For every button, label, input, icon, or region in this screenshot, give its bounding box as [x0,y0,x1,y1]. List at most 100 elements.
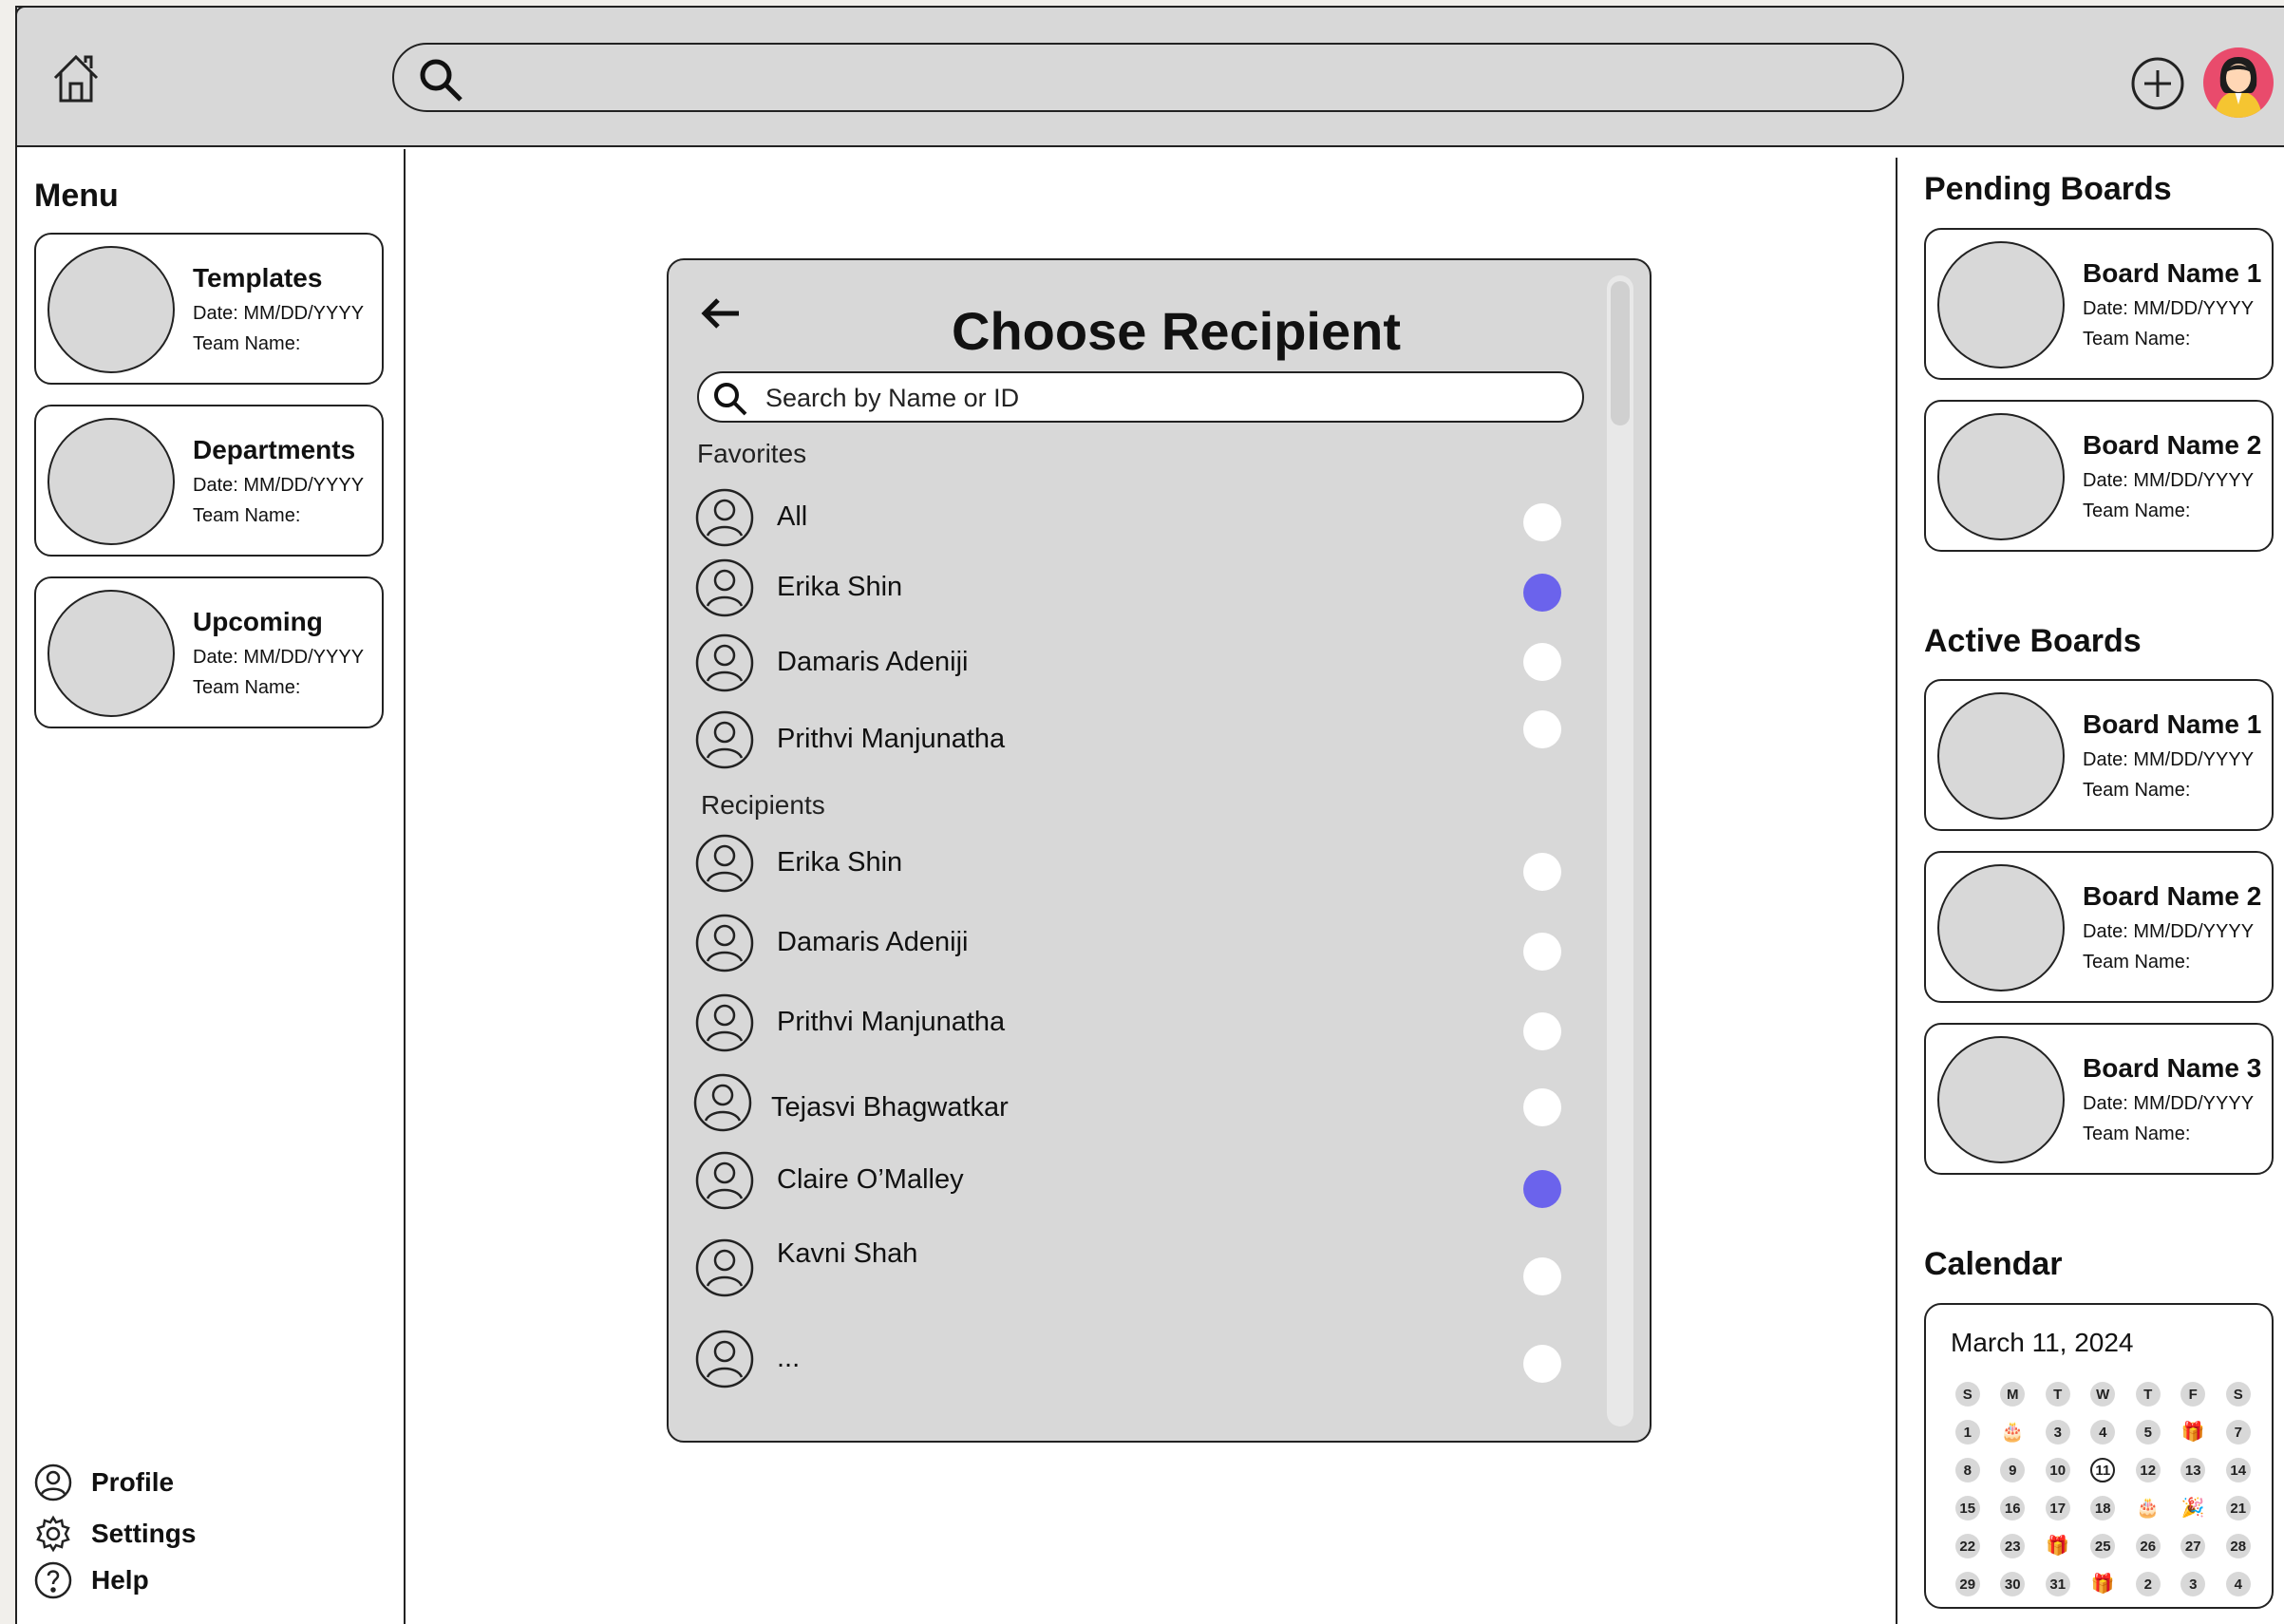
profile-link[interactable]: Profile [34,1463,174,1501]
favorite-row-prithvi-manjunatha[interactable]: Prithvi Manjunatha [695,710,1561,771]
calendar-day[interactable]: 25 [2081,1527,2126,1565]
dialog-scrollbar[interactable] [1607,275,1633,1426]
card-date: Date: MM/DD/YYYY [193,475,365,496]
calendar-day[interactable]: 23 [1991,1527,2036,1565]
recipient-row-more[interactable]: ... [695,1330,1561,1390]
search-icon [415,54,468,107]
select-radio[interactable] [1523,1170,1561,1208]
gift-event-icon[interactable]: 🎁 [2171,1413,2217,1451]
favorite-row-damaris-adeniji[interactable]: Damaris Adeniji [695,633,1561,694]
day-number: 15 [1954,1496,1980,1520]
favorite-row-all[interactable]: All [695,488,1561,549]
calendar-day[interactable]: 27 [2171,1527,2217,1565]
calendar-day[interactable]: 15 [1945,1489,1991,1527]
day-number: 23 [2000,1534,2026,1558]
calendar-day[interactable]: 3 [2171,1565,2217,1603]
weekday-label: W [2090,1382,2116,1407]
help-link[interactable]: Help [34,1561,149,1599]
select-radio[interactable] [1523,643,1561,681]
select-radio[interactable] [1523,1012,1561,1050]
dialog-scroll-thumb[interactable] [1611,281,1630,425]
select-radio[interactable] [1523,503,1561,541]
recipient-row-prithvi-manjunatha[interactable]: Prithvi Manjunatha [695,993,1561,1054]
user-avatar[interactable] [2203,47,2274,118]
person-name: Prithvi Manjunatha [777,1007,1006,1037]
calendar-day[interactable]: 4 [2081,1413,2126,1451]
global-search-bar[interactable] [392,43,1904,112]
cake-event-icon[interactable]: 🎂 [1991,1413,2036,1451]
calendar-day[interactable]: 14 [2216,1451,2261,1489]
cake-event-icon[interactable]: 🎂 [2125,1489,2171,1527]
active-board-card-3[interactable]: Board Name 3 Date: MM/DD/YYYY Team Name: [1924,1023,2274,1175]
calendar-day[interactable]: 16 [1991,1489,2036,1527]
pending-board-card-2[interactable]: Board Name 2 Date: MM/DD/YYYY Team Name: [1924,400,2274,552]
calendar-day[interactable]: 3 [2035,1413,2081,1451]
recipient-row-damaris-adeniji[interactable]: Damaris Adeniji [695,914,1561,974]
calendar-day[interactable]: 17 [2035,1489,2081,1527]
active-board-card-1[interactable]: Board Name 1 Date: MM/DD/YYYY Team Name: [1924,679,2274,831]
day-number: 5 [2135,1420,2161,1445]
recipient-row-erika-shin[interactable]: Erika Shin [695,834,1561,895]
pending-board-card-1[interactable]: Board Name 1 Date: MM/DD/YYYY Team Name: [1924,228,2274,380]
recipient-row-claire-omalley[interactable]: Claire O’Malley [695,1151,1561,1212]
calendar-day[interactable]: 7 [2216,1413,2261,1451]
calendar-day[interactable]: 26 [2125,1527,2171,1565]
day-number: 22 [1954,1534,1980,1558]
back-arrow-icon[interactable] [697,294,745,332]
calendar-day[interactable]: 10 [2035,1451,2081,1489]
calendar-day[interactable]: 1 [1945,1413,1991,1451]
calendar-day[interactable]: 21 [2216,1489,2261,1527]
home-icon[interactable] [46,47,106,108]
select-radio[interactable] [1523,933,1561,971]
card-team: Team Name: [2083,500,2191,521]
calendar-day[interactable]: 22 [1945,1527,1991,1565]
calendar-day[interactable]: 30 [1991,1565,2036,1603]
card-title: Board Name 2 [2083,430,2262,460]
day-number: 29 [1954,1572,1980,1596]
gift-event-icon[interactable]: 🎁 [2035,1527,2081,1565]
calendar-day[interactable]: 29 [1945,1565,1991,1603]
day-number: 4 [2090,1420,2116,1445]
active-board-card-2[interactable]: Board Name 2 Date: MM/DD/YYYY Team Name: [1924,851,2274,1003]
person-name: Damaris Adeniji [777,647,969,677]
gift-event-icon[interactable]: 🎁 [2081,1565,2126,1603]
card-date: Date: MM/DD/YYYY [2083,470,2255,491]
select-radio[interactable] [1523,710,1561,748]
calendar-day[interactable]: 8 [1945,1451,1991,1489]
day-number: 17 [2045,1496,2070,1520]
dialog-title: Choose Recipient [952,301,1401,361]
person-icon [695,710,754,769]
day-number: 27 [2180,1534,2206,1558]
card-date: Date: MM/DD/YYYY [193,647,365,668]
recipient-row-tejasvi-bhagwatkar[interactable]: Tejasvi Bhagwatkar [693,1073,1561,1134]
calendar-day[interactable]: 11 [2081,1451,2126,1489]
card-thumbnail [47,590,175,717]
settings-link[interactable]: Settings [34,1515,196,1553]
party-event-icon[interactable]: 🎉 [2171,1489,2217,1527]
select-radio[interactable] [1523,1257,1561,1295]
day-number: 12 [2135,1458,2161,1482]
add-icon[interactable] [2129,55,2186,112]
favorite-row-erika-shin[interactable]: Erika Shin [695,558,1561,619]
select-radio[interactable] [1523,853,1561,891]
select-radio[interactable] [1523,1345,1561,1383]
select-radio[interactable] [1523,1088,1561,1126]
calendar-day[interactable]: 4 [2216,1565,2261,1603]
calendar-day[interactable]: 13 [2171,1451,2217,1489]
recipient-search-input[interactable] [765,379,1563,417]
recipient-row-kavni-shah[interactable]: Kavni Shah [695,1238,1561,1299]
calendar-day[interactable]: 28 [2216,1527,2261,1565]
calendar-day[interactable]: 5 [2125,1413,2171,1451]
recipient-search-field[interactable] [697,371,1584,423]
calendar-day[interactable]: 9 [1991,1451,2036,1489]
calendar-day[interactable]: 18 [2081,1489,2126,1527]
menu-card-templates[interactable]: Templates Date: MM/DD/YYYY Team Name: [34,233,384,385]
calendar-day[interactable]: 31 [2035,1565,2081,1603]
menu-card-departments[interactable]: Departments Date: MM/DD/YYYY Team Name: [34,405,384,557]
select-radio[interactable] [1523,574,1561,612]
favorites-label: Favorites [697,439,807,468]
calendar-day[interactable]: 2 [2125,1565,2171,1603]
menu-card-upcoming[interactable]: Upcoming Date: MM/DD/YYYY Team Name: [34,576,384,728]
day-number: 10 [2045,1458,2070,1482]
calendar-day[interactable]: 12 [2125,1451,2171,1489]
